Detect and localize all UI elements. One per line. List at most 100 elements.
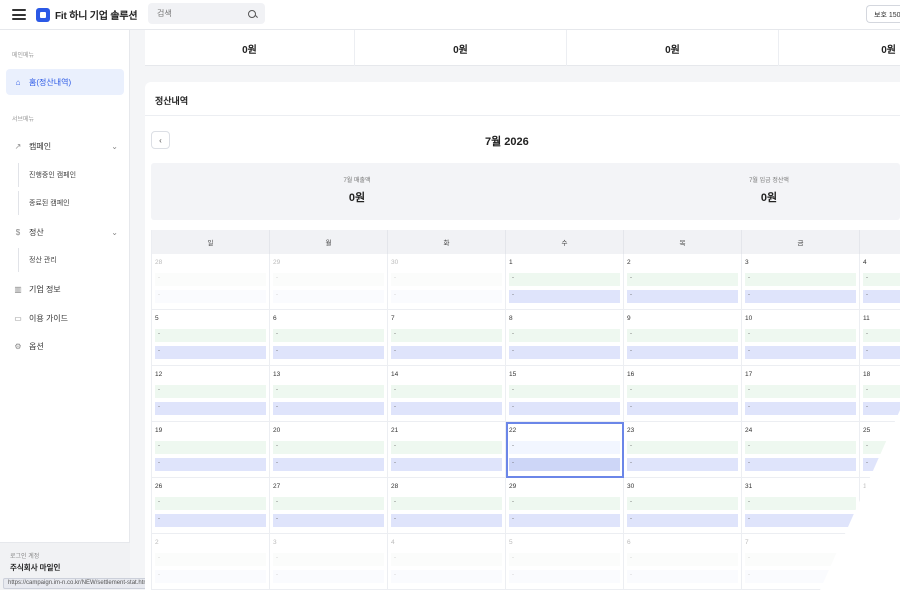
summary-value: 0원 — [567, 30, 779, 66]
day-deposit-bar: - — [391, 402, 502, 415]
calendar-day[interactable]: 29 - - — [506, 478, 624, 534]
calendar-day[interactable]: 2 - - — [152, 534, 270, 590]
prev-month-button[interactable]: ‹ — [151, 131, 170, 149]
calendar-day[interactable]: 19 - - — [152, 422, 270, 478]
gear-icon: ⚙ — [14, 341, 22, 351]
day-revenue-bar: - — [273, 273, 384, 286]
sidebar: 메인메뉴 ⌂ 홈(정산내역) 서브메뉴 ↗ 캠페인 ⌄ 진행중인 캠페인 종료된… — [0, 30, 130, 590]
card-title: 정산내역 — [155, 96, 189, 106]
sidebar-item-label: 옵션 — [29, 341, 44, 351]
day-number: 31 — [745, 483, 753, 490]
sidebar-item-label: 홈(정산내역) — [29, 77, 72, 87]
stat-label: 7월 매출액 — [343, 178, 371, 184]
sidebar-item-campaign[interactable]: ↗ 캠페인 ⌄ — [6, 133, 124, 159]
day-revenue-bar: - — [273, 385, 384, 398]
sidebar-item-guide[interactable]: ▭ 이용 가이드 — [6, 305, 124, 331]
sidebar-item-home[interactable]: ⌂ 홈(정산내역) — [6, 69, 124, 95]
day-deposit-bar: - — [863, 346, 900, 359]
calendar-day[interactable]: 20 - - — [270, 422, 388, 478]
day-deposit-bar: - — [273, 402, 384, 415]
day-deposit-bar: - — [627, 346, 738, 359]
building-icon: ▥ — [14, 284, 22, 294]
calendar-day[interactable]: 7 - - — [388, 310, 506, 366]
day-revenue-bar: - — [509, 497, 620, 510]
weekday-label: 화 — [388, 230, 506, 254]
sidebar-item-options[interactable]: ⚙ 옵션 — [6, 333, 124, 359]
calendar-day[interactable]: 30 - - — [388, 254, 506, 310]
day-revenue-bar: - — [745, 329, 856, 342]
calendar-day[interactable]: 9 - - — [624, 310, 742, 366]
day-deposit-bar: - — [745, 402, 856, 415]
day-deposit-bar: - — [155, 570, 266, 583]
search-box[interactable] — [148, 3, 265, 24]
day-revenue-bar: - — [745, 497, 856, 510]
summary-value: 0원 — [881, 44, 896, 56]
calendar-day[interactable]: 5 - - — [152, 310, 270, 366]
calendar-day[interactable]: 4 - - — [860, 254, 900, 310]
calendar-day[interactable]: 18 - - — [860, 366, 900, 422]
day-deposit-bar: - — [509, 514, 620, 527]
calendar-day[interactable]: 10 - - — [742, 310, 860, 366]
weekday-label: 목 — [624, 230, 742, 254]
sidebar-subitem-settlement-manage[interactable]: 정산 관리 — [18, 248, 122, 272]
calendar-day[interactable]: 1 - - — [506, 254, 624, 310]
calendar-day[interactable]: 16 - - — [624, 366, 742, 422]
calendar-day[interactable]: 23 - - — [624, 422, 742, 478]
day-number: 22 — [509, 427, 517, 434]
month-stats: 7월 매출액 0원 7월 입금 정산액 0원 — [151, 163, 900, 220]
calendar-day[interactable]: 2 - - — [624, 254, 742, 310]
brand-title: Fit 하니 기업 솔루션 — [55, 11, 138, 22]
calendar-day[interactable]: 3 - - — [270, 534, 388, 590]
search-input[interactable] — [157, 9, 247, 18]
sidebar-subitem-campaign-ongoing[interactable]: 진행중인 캠페인 — [18, 163, 122, 187]
day-number: 28 — [391, 483, 399, 490]
calendar-day[interactable]: 12 - - — [152, 366, 270, 422]
calendar-day[interactable]: 30 - - — [624, 478, 742, 534]
calendar-day[interactable]: 21 - - — [388, 422, 506, 478]
calendar-day[interactable]: 6 - - — [270, 310, 388, 366]
calendar-day[interactable]: 28 - - — [388, 478, 506, 534]
calendar-day[interactable]: 15 - - — [506, 366, 624, 422]
calendar-day[interactable]: 27 - - — [270, 478, 388, 534]
search-icon[interactable] — [248, 9, 256, 18]
divider — [145, 115, 900, 116]
calendar-day[interactable]: 11 - - — [860, 310, 900, 366]
calendar-day[interactable]: 24 - - — [742, 422, 860, 478]
calendar-day[interactable]: 4 - - — [388, 534, 506, 590]
calendar-day[interactable]: 13 - - — [270, 366, 388, 422]
menu-icon[interactable] — [12, 9, 26, 20]
calendar-day[interactable]: 17 - - — [742, 366, 860, 422]
day-number: 6 — [627, 539, 631, 546]
day-number: 10 — [745, 315, 753, 322]
calendar-day[interactable]: 8 - - — [506, 310, 624, 366]
calendar-day-today[interactable]: 22 - - — [506, 422, 624, 478]
day-revenue-bar: - — [863, 273, 900, 286]
day-number: 18 — [863, 371, 871, 378]
top-bar: Fit 하니 기업 솔루션 보호 150 — [0, 0, 900, 30]
day-deposit-bar: - — [509, 570, 620, 583]
sidebar-subitem-campaign-ended[interactable]: 종료된 캠페인 — [18, 191, 122, 215]
day-number: 6 — [273, 315, 277, 322]
day-revenue-bar: - — [391, 385, 502, 398]
calendar-day[interactable]: 29 - - — [270, 254, 388, 310]
user-chip[interactable]: 보호 150 — [866, 5, 900, 23]
home-icon: ⌂ — [15, 77, 21, 87]
day-deposit-bar: - — [509, 402, 620, 415]
calendar-day[interactable]: 26 - - — [152, 478, 270, 534]
calendar-day[interactable]: 14 - - — [388, 366, 506, 422]
calendar-day[interactable]: 6 - - — [624, 534, 742, 590]
day-revenue-bar: - — [863, 329, 900, 342]
day-revenue-bar: - — [273, 553, 384, 566]
day-number: 29 — [273, 259, 281, 266]
day-revenue-bar: - — [509, 553, 620, 566]
calendar-day[interactable]: 5 - - — [506, 534, 624, 590]
calendar-day[interactable]: 3 - - — [742, 254, 860, 310]
sidebar-item-company-info[interactable]: ▥ 기업 정보 — [6, 276, 124, 302]
chevron-down-icon: ⌄ — [111, 227, 118, 237]
app-logo — [36, 7, 50, 22]
calendar-day[interactable]: 28 - - — [152, 254, 270, 310]
calendar-day[interactable]: 31 - - — [742, 478, 860, 534]
day-revenue-bar: - — [155, 553, 266, 566]
sidebar-item-settlement[interactable]: $ 정산 ⌄ — [6, 219, 124, 245]
day-deposit-bar: - — [627, 402, 738, 415]
